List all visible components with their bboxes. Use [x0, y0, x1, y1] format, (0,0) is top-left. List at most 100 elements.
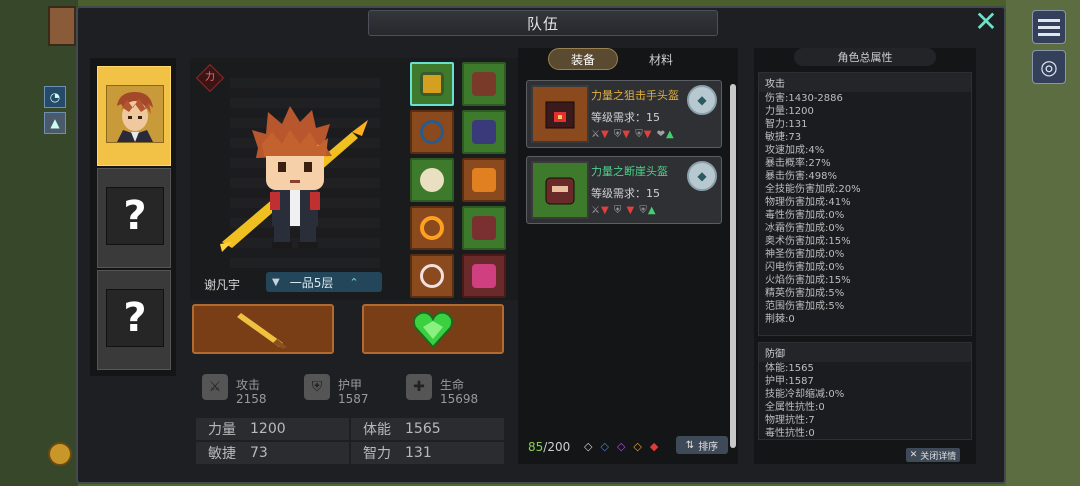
equip-slot-necklace[interactable]: [410, 110, 454, 154]
ring-icon: [420, 216, 444, 240]
equip-slot-boots[interactable]: [462, 206, 506, 250]
attribute-line: 神圣伤害加成:0%: [765, 249, 845, 260]
attack-attributes: 攻击 伤害:1430-2886 力量:1200 智力:131 敏捷:73 攻速加成:4%…: [758, 72, 972, 336]
sort-icon: ⇅: [685, 439, 695, 451]
inventory-capacity: 85/200: [528, 440, 571, 454]
sort-button[interactable]: ⇅ 排序: [676, 436, 728, 454]
attribute-line: 精英伤害加成:5%: [765, 288, 845, 299]
belt-icon: [472, 168, 496, 192]
attack-label: 攻击: [236, 378, 261, 392]
attack-stat-icon: ⚔: [202, 374, 228, 400]
helmet-icon: [545, 101, 575, 129]
filter-purple-icon[interactable]: ◇: [617, 440, 625, 453]
armor-label: 护甲: [338, 378, 363, 392]
life-value: 15698: [440, 392, 479, 406]
skill-icon[interactable]: ◔: [44, 86, 66, 108]
coin-icon[interactable]: [48, 442, 72, 466]
defense-header: 防御: [759, 343, 971, 362]
necklace-icon: [420, 120, 444, 144]
attribute-line: 体能:1565: [765, 363, 814, 374]
attr-stamina: 体能 1565: [351, 418, 504, 440]
attribute-line: 敏捷:73: [765, 132, 802, 143]
attribute-line: 毒性抗性:0: [765, 428, 815, 439]
attribute-line: 暴击概率:27%: [765, 158, 831, 169]
player-avatar[interactable]: [48, 6, 76, 46]
strength-class-badge: 力: [195, 63, 225, 93]
locked-slot-icon: ?: [106, 289, 164, 347]
armor-icon: [472, 72, 496, 96]
hero-slot-list: ? ?: [90, 58, 176, 376]
collapse-arrow-icon[interactable]: ▲: [44, 112, 66, 134]
attribute-line: 攻速加成:4%: [765, 145, 825, 156]
attribute-line: 全属性抗性:0: [765, 402, 825, 413]
scrollbar[interactable]: [730, 84, 736, 448]
attribute-line: 全技能伤害加成:20%: [765, 184, 861, 195]
hero-name: 谢凡宇: [204, 278, 241, 292]
attribute-line: 智力:131: [765, 119, 808, 130]
attribute-line: 伤害:1430-2886: [765, 93, 843, 104]
heart-gem-icon: [412, 311, 454, 349]
attribute-row-1: 力量 1200 体能 1565: [196, 418, 504, 440]
attack-header: 攻击: [759, 73, 971, 92]
filter-white-icon[interactable]: ◇: [584, 440, 592, 453]
pendant-icon: [420, 168, 444, 192]
gem-button[interactable]: [362, 304, 504, 354]
total-attributes-panel: 角色总属性 攻击 伤害:1430-2886 力量:1200 智力:131 敏捷:73 攻…: [754, 48, 976, 464]
item-level-req: 等级需求：15: [591, 187, 660, 200]
equip-slot-pendant[interactable]: [410, 158, 454, 202]
attribute-row-2: 敏捷 73 智力 131: [196, 442, 504, 464]
armor-stat-icon: ⛨: [304, 374, 330, 400]
tab-materials[interactable]: 材料: [626, 48, 696, 70]
tab-equipment[interactable]: 装备: [548, 48, 618, 70]
hero-slot-2[interactable]: ?: [97, 168, 171, 268]
equipment-list-panel: 装备 材料 力量之狙击手头盔 等级需求：15 ⚔▼ ⛨▼ ⛨▼ ❤▲ ◆ 力量之…: [518, 48, 738, 464]
helmet-icon: [420, 72, 444, 96]
attribute-line: 荆棘:0: [765, 314, 795, 325]
attribute-line: 范围伤害加成:5%: [765, 301, 845, 312]
compare-icon[interactable]: ◆: [687, 161, 717, 191]
close-icon[interactable]: ✕: [973, 8, 999, 36]
weapon-button[interactable]: [192, 304, 334, 354]
sword-icon: [237, 313, 287, 349]
rank-tier-icon: ▼: [272, 276, 280, 288]
attribute-line: 技能冷却缩减:0%: [765, 389, 845, 400]
attribute-line: 物理伤害加成:41%: [765, 197, 851, 208]
locked-slot-icon: ?: [106, 187, 164, 245]
compare-icon[interactable]: ◆: [687, 85, 717, 115]
hero-slot-1[interactable]: [97, 66, 171, 166]
attribute-line: 火焰伤害加成:15%: [765, 275, 851, 286]
item-name: 力量之狙击手头盔: [591, 89, 679, 102]
portal-swirl-icon[interactable]: ◎: [1032, 50, 1066, 84]
equip-slot-charm[interactable]: [410, 254, 454, 298]
mask-icon: [472, 264, 496, 288]
filter-blue-icon[interactable]: ◇: [600, 440, 608, 453]
hero-rank[interactable]: ▼ 一品5层 ⌃: [266, 272, 382, 292]
item-icon: [531, 85, 589, 143]
equip-slot-bracer[interactable]: [462, 110, 506, 154]
attack-value: 2158: [236, 392, 267, 406]
item-level-req: 等级需求：15: [591, 111, 660, 124]
menu-button[interactable]: [1032, 10, 1066, 44]
attribute-line: 物理抗性:7: [765, 415, 815, 426]
bracer-icon: [472, 120, 496, 144]
item-card[interactable]: 力量之狙击手头盔 等级需求：15 ⚔▼ ⛨▼ ⛨▼ ❤▲ ◆: [526, 80, 722, 148]
boots-icon: [472, 216, 496, 240]
charm-icon: [420, 264, 444, 288]
equip-slot-belt[interactable]: [462, 158, 506, 202]
equip-slot-mask[interactable]: [462, 254, 506, 298]
equip-slot-ring[interactable]: [410, 206, 454, 250]
item-card[interactable]: 力量之断崖头盔 等级需求：15 ⚔▼ ⛨ ▼ ⛨▲ ◆: [526, 156, 722, 224]
attribute-line: 护甲:1587: [765, 376, 814, 387]
close-details-button[interactable]: ✕ 关闭详情: [906, 448, 960, 462]
total-attributes-title: 角色总属性: [794, 48, 936, 66]
attribute-line: 暴击伤害:498%: [765, 171, 837, 182]
filter-red-icon[interactable]: ◆: [650, 440, 658, 453]
life-stat-icon: ✚: [406, 374, 432, 400]
filter-orange-icon[interactable]: ◇: [633, 440, 641, 453]
equip-slot-helmet[interactable]: [410, 62, 454, 106]
game-left-edge: [0, 0, 78, 486]
hero-slot-3[interactable]: ?: [97, 270, 171, 370]
hero-sprite: [220, 106, 368, 252]
item-compare-stats: ⚔▼ ⛨ ▼ ⛨▲: [591, 205, 657, 216]
equip-slot-armor[interactable]: [462, 62, 506, 106]
